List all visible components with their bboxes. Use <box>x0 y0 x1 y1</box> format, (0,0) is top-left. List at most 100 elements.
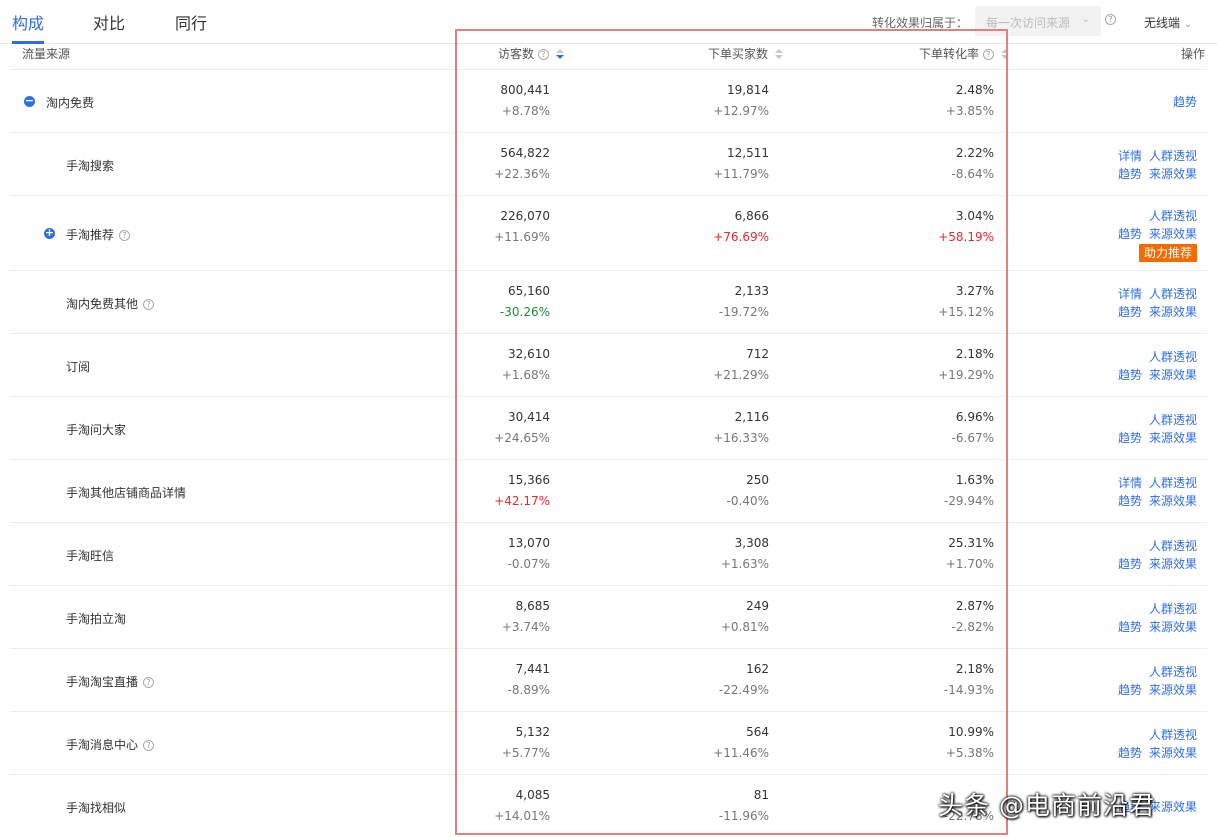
source-effect-link[interactable]: 来源效果 <box>1149 557 1197 571</box>
help-icon[interactable]: ? <box>983 49 994 60</box>
detail-link[interactable]: 详情 <box>1118 149 1142 163</box>
crowd-insight-link[interactable]: 人群透视 <box>1149 476 1197 490</box>
help-icon[interactable]: ? <box>143 299 154 310</box>
sort-icon[interactable] <box>775 49 783 60</box>
trend-link[interactable]: 趋势 <box>1118 557 1142 571</box>
buyers-change: +76.69% <box>713 227 769 248</box>
buyers-change: +11.79% <box>713 164 769 185</box>
tab-composition[interactable]: 构成 <box>12 10 44 34</box>
source-effect-link[interactable]: 来源效果 <box>1149 746 1197 760</box>
rate-value: 2.18% <box>938 344 994 365</box>
cell-rate: 2.48%+3.85% <box>946 80 994 122</box>
help-icon[interactable]: ? <box>538 49 549 60</box>
detail-link[interactable]: 详情 <box>1118 476 1142 490</box>
crowd-insight-link[interactable]: 人群透视 <box>1149 602 1197 616</box>
col-visitors[interactable]: 访客数 ? <box>498 45 564 62</box>
source-effect-link[interactable]: 来源效果 <box>1149 494 1197 508</box>
help-icon[interactable]: ? <box>143 677 154 688</box>
help-icon[interactable]: ? <box>1105 14 1116 25</box>
cell-buyers: 19,814+12.97% <box>713 80 769 122</box>
expand-icon[interactable]: + <box>44 228 55 239</box>
sort-icon[interactable] <box>1001 49 1009 60</box>
trend-link[interactable]: 趋势 <box>1118 227 1142 241</box>
source-effect-link[interactable]: 来源效果 <box>1149 227 1197 241</box>
trend-link[interactable]: 趋势 <box>1118 167 1142 181</box>
rate-change: -29.94% <box>944 491 994 512</box>
rate-value: 6.96% <box>952 407 994 428</box>
crowd-insight-link[interactable]: 人群透视 <box>1149 539 1197 553</box>
help-icon[interactable]: ? <box>119 230 130 241</box>
buyers-value: 3,308 <box>721 533 769 554</box>
visitors-value: 30,414 <box>494 407 550 428</box>
row-actions: 详情人群透视趋势来源效果 <box>1111 285 1197 321</box>
crowd-insight-link[interactable]: 人群透视 <box>1149 209 1197 223</box>
visitors-value: 4,085 <box>494 785 550 806</box>
crowd-insight-link[interactable]: 人群透视 <box>1149 665 1197 679</box>
crowd-insight-link[interactable]: 人群透视 <box>1149 413 1197 427</box>
visitors-value: 7,441 <box>508 659 550 680</box>
trend-link[interactable]: 趋势 <box>1118 620 1142 634</box>
buyers-change: -22.49% <box>719 680 769 701</box>
trend-link[interactable]: 趋势 <box>1118 683 1142 697</box>
buyers-change: +16.33% <box>713 428 769 449</box>
cell-rate: 10.99%+5.38% <box>946 722 994 764</box>
top-bar: 构成 对比 同行 转化效果归属于： 每一次访问来源 ⌄ ? 无线端⌄ <box>0 0 1217 44</box>
trend-link[interactable]: 趋势 <box>1118 368 1142 382</box>
source-effect-link[interactable]: 来源效果 <box>1149 305 1197 319</box>
crowd-insight-link[interactable]: 人群透视 <box>1149 350 1197 364</box>
watermark: 头条 @电商前沿君 <box>938 786 1155 822</box>
row-actions: 人群透视趋势来源效果助力推荐 <box>1111 207 1197 262</box>
cell-visitors: 13,070-0.07% <box>508 533 550 575</box>
cell-rate: 1.63%-29.94% <box>944 470 994 512</box>
rate-value: 2.87% <box>952 596 994 617</box>
row-source-label: 手淘推荐 <box>66 228 114 242</box>
source-effect-link[interactable]: 来源效果 <box>1149 620 1197 634</box>
visitors-value: 8,685 <box>502 596 550 617</box>
cell-rate: 3.04%+58.19% <box>938 206 994 248</box>
cell-buyers: 2,116+16.33% <box>713 407 769 449</box>
attribution-select[interactable]: 每一次访问来源 ⌄ <box>975 6 1101 36</box>
sort-desc-icon[interactable] <box>556 49 564 60</box>
trend-link[interactable]: 趋势 <box>1118 494 1142 508</box>
source-effect-link[interactable]: 来源效果 <box>1149 431 1197 445</box>
rate-change: +5.38% <box>946 743 994 764</box>
cell-buyers: 2,133-19.72% <box>719 281 769 323</box>
detail-link[interactable]: 详情 <box>1118 287 1142 301</box>
trend-link[interactable]: 趋势 <box>1118 746 1142 760</box>
col-rate[interactable]: 下单转化率 ? <box>919 45 1009 62</box>
trend-link[interactable]: 趋势 <box>1173 95 1197 109</box>
collapse-icon[interactable]: − <box>24 96 35 107</box>
buyers-change: -19.72% <box>719 302 769 323</box>
row-source-name: 手淘其他店铺商品详情 <box>66 484 186 501</box>
help-icon[interactable]: ? <box>143 740 154 751</box>
source-effect-link[interactable]: 来源效果 <box>1149 800 1197 814</box>
trend-link[interactable]: 趋势 <box>1118 431 1142 445</box>
tab-compare[interactable]: 对比 <box>93 10 125 34</box>
tab-peers[interactable]: 同行 <box>175 10 207 34</box>
visitors-change: -30.26% <box>500 302 550 323</box>
table-row: +手淘推荐?226,070+11.69%6,866+76.69%3.04%+58… <box>10 196 1207 271</box>
boost-recommend-badge[interactable]: 助力推荐 <box>1139 244 1197 262</box>
crowd-insight-link[interactable]: 人群透视 <box>1149 149 1197 163</box>
cell-visitors: 800,441+8.78% <box>500 80 550 122</box>
rate-change: +1.70% <box>946 554 994 575</box>
table-body: −淘内免费800,441+8.78%19,814+12.97%2.48%+3.8… <box>10 70 1207 837</box>
trend-link[interactable]: 趋势 <box>1118 305 1142 319</box>
source-effect-link[interactable]: 来源效果 <box>1149 167 1197 181</box>
source-effect-link[interactable]: 来源效果 <box>1149 683 1197 697</box>
crowd-insight-link[interactable]: 人群透视 <box>1149 287 1197 301</box>
buyers-value: 249 <box>721 596 769 617</box>
cell-visitors: 30,414+24.65% <box>494 407 550 449</box>
buyers-change: +12.97% <box>713 101 769 122</box>
row-actions: 人群透视趋势来源效果 <box>1111 411 1197 447</box>
col-buyers[interactable]: 下单买家数 <box>708 45 783 62</box>
cell-buyers: 81-11.96% <box>719 785 769 827</box>
cell-buyers: 3,308+1.63% <box>721 533 769 575</box>
row-actions: 人群透视趋势来源效果 <box>1111 600 1197 636</box>
cell-visitors: 226,070+11.69% <box>494 206 550 248</box>
row-source-label: 手淘问大家 <box>66 423 126 437</box>
crowd-insight-link[interactable]: 人群透视 <box>1149 728 1197 742</box>
buyers-value: 81 <box>719 785 769 806</box>
source-effect-link[interactable]: 来源效果 <box>1149 368 1197 382</box>
device-select[interactable]: 无线端⌄ <box>1144 14 1192 31</box>
